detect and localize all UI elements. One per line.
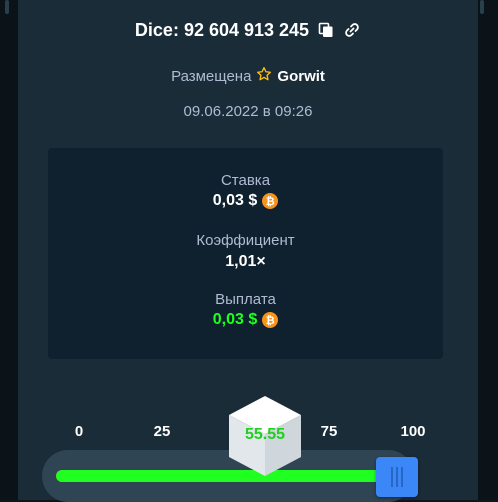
placed-label: Размещена — [171, 67, 252, 85]
scroll-indicator — [5, 0, 9, 14]
bitcoin-icon: ₿ — [262, 193, 279, 209]
bitcoin-icon: ₿ — [262, 312, 279, 328]
slider-tick-25: 25 — [153, 423, 171, 440]
user-name-link[interactable]: Gorwit — [277, 68, 325, 85]
bet-stats-card: Ставка 0,03 $ ₿ Коэффициент 1,01× Выплат… — [48, 148, 443, 359]
star-icon — [256, 66, 272, 86]
handle-grip — [391, 467, 393, 487]
slider-handle[interactable] — [376, 457, 418, 497]
slider-tick-0: 0 — [74, 423, 84, 440]
payout-amount: 0,03 $ — [212, 311, 258, 328]
wager-label: Ставка — [220, 172, 271, 189]
scroll-indicator — [480, 0, 484, 14]
wager-amount: 0,03 $ — [212, 192, 258, 209]
multiplier-label: Коэффициент — [196, 232, 295, 249]
bet-title: Dice: 92 604 913 245 — [134, 19, 310, 40]
slider-tick-75: 75 — [320, 423, 338, 440]
multiplier-amount: 1,01× — [225, 253, 266, 270]
slider-tick-100: 100 — [400, 423, 426, 440]
payout-label: Выплата — [215, 291, 276, 308]
left-edge — [0, 0, 18, 500]
link-icon[interactable] — [343, 21, 361, 39]
payout-value: 0,03 $ ₿ — [48, 311, 443, 329]
wager-value: 0,03 $ ₿ — [48, 192, 443, 210]
handle-grip — [401, 467, 403, 487]
placed-by: Размещена Gorwit — [18, 66, 478, 86]
bet-date: 09.06.2022 в 09:26 — [183, 103, 313, 120]
roll-result: 55.55 — [244, 426, 286, 443]
bet-header: Dice: 92 604 913 245 — [18, 18, 478, 42]
right-edge — [478, 0, 498, 500]
copy-icon[interactable] — [317, 21, 335, 39]
multiplier-value: 1,01× — [48, 253, 443, 271]
handle-grip — [396, 467, 398, 487]
